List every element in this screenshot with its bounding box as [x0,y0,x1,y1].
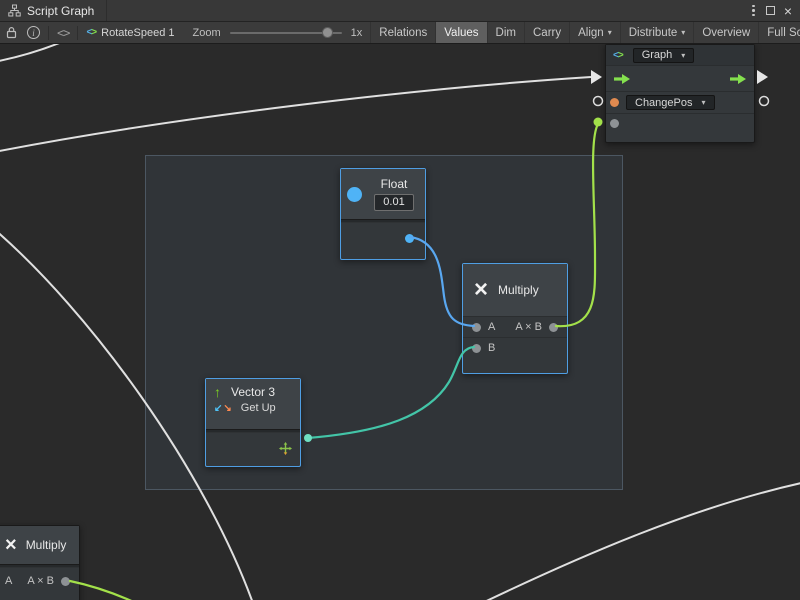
multiply-icon: × [5,535,17,555]
zoom-slider-handle[interactable] [322,27,333,38]
graph-dropdown-label: Graph [642,49,673,61]
multiply2-output-label: A × B [27,575,54,587]
value-port-row [606,113,754,133]
multiply-node[interactable]: × Multiply A A × B B [462,263,568,374]
toolbar-buttons: Relations Values Dim Carry Align▾ Distri… [370,22,800,43]
zoom-slider[interactable] [230,32,342,34]
align-button[interactable]: Align▾ [569,22,620,43]
event-dropdown-label: ChangePos [635,97,693,109]
multiply-node-title: Multiply [498,283,539,297]
overview-button[interactable]: Overview [693,22,758,43]
toolbar-separator [77,26,78,40]
arrow-sw-icon: ↙ [214,403,222,414]
multiply2-input-a-label: A [5,575,12,587]
float-node[interactable]: Float 0.01 [340,168,426,260]
edge-white-bottomright [476,482,800,600]
visual-script-icon: <> [613,50,623,61]
float-node-body [341,223,425,257]
vector3-move-icon [279,442,292,455]
vector-node-title: Vector 3 [231,385,275,399]
graph-dropdown[interactable]: Graph ▾ [633,48,695,63]
graph-breadcrumb[interactable]: <> RotateSpeed 1 [86,27,174,39]
vector3-getup-node[interactable]: ↑ Vector 3 ↙ ↘ Get Up [205,378,301,467]
chevron-down-icon: ▾ [681,28,685,37]
info-icon[interactable]: i [27,26,40,39]
graph-node-header: <> Graph ▾ [606,45,754,65]
multiply-input-b-port[interactable] [472,344,481,353]
up-arrow-icon: ↑ [214,385,221,399]
multiply-input-b-label: B [488,342,495,354]
multiply-node-header: × Multiply [463,264,567,316]
port-open-left[interactable] [594,97,603,106]
script-graph-window: Script Graph × i <> <> RotateSpeed 1 Zoo… [0,0,800,600]
float-value-input[interactable]: 0.01 [374,194,414,211]
flow-arrow-in-icon[interactable] [591,70,602,84]
close-icon[interactable]: × [784,4,792,18]
chevron-down-icon: ▾ [681,51,685,60]
fullscreen-button[interactable]: Full Screen [758,22,800,43]
values-button[interactable]: Values [435,22,486,43]
carry-button[interactable]: Carry [524,22,569,43]
relations-button[interactable]: Relations [370,22,435,43]
toolbar-separator [48,26,49,40]
script-graph-icon [8,4,21,17]
event-port[interactable] [610,98,619,107]
float-node-title: Float [381,177,408,191]
multiply2-row-a: A A × B [0,568,79,594]
arrow-se-icon: ↘ [223,403,231,414]
visual-script-icon: <> [86,27,96,38]
graph-canvas[interactable]: <> Graph ▾ ChangePos ▾ [0,44,800,600]
lock-icon-glyph [6,26,17,39]
tab-title: Script Graph [27,4,94,18]
multiply-node-2[interactable]: × Multiply A A × B [0,525,80,600]
multiply2-output-port[interactable] [61,577,70,586]
event-row: ChangePos ▾ [606,91,754,113]
maximize-icon[interactable] [766,6,775,15]
edge-white-flow-in [0,77,591,152]
flow-ports-row [606,65,754,91]
graph-breadcrumb-label: RotateSpeed 1 [101,27,174,39]
multiply-row-a: A A × B [463,316,567,337]
flow-out-icon[interactable] [729,73,747,85]
multiply-input-a-port[interactable] [472,323,481,332]
window-menu-icon[interactable] [750,3,757,19]
float-output-port[interactable] [405,234,414,243]
vector-node-subtitle: Get Up [241,402,276,414]
flow-arrow-out-icon[interactable] [757,70,768,84]
zoom-value: 1x [351,27,363,39]
multiply-output-port[interactable] [549,323,558,332]
dim-button[interactable]: Dim [487,22,524,43]
event-dropdown[interactable]: ChangePos ▾ [626,95,715,110]
distribute-button[interactable]: Distribute▾ [620,22,694,43]
info-letter: i [32,28,35,38]
multiply-input-a-label: A [488,321,495,333]
multiply-row-b: B [463,337,567,358]
value-port[interactable] [610,119,619,128]
tab-script-graph[interactable]: Script Graph [0,0,107,21]
changepos-event-node[interactable]: <> Graph ▾ ChangePos ▾ [605,44,755,143]
float-node-header: Float 0.01 [341,169,425,219]
window-controls: × [750,3,800,19]
code-view-icon[interactable]: <> [57,26,69,40]
edge-white-topleft [0,44,124,62]
chevron-down-icon: ▾ [702,98,706,107]
multiply2-title: Multiply [26,538,67,552]
zoom-label: Zoom [193,27,221,39]
lock-icon[interactable] [6,26,17,39]
titlebar: Script Graph × [0,0,800,22]
graph-toolbar: i <> <> RotateSpeed 1 Zoom 1x Relations … [0,22,800,44]
flow-in-icon[interactable] [613,73,631,85]
vector-node-body [206,433,300,464]
multiply-output-label: A × B [515,321,542,333]
multiply-icon: × [474,278,488,302]
float-type-icon [347,187,362,202]
port-open-right[interactable] [760,97,769,106]
vector-node-header: ↑ Vector 3 ↙ ↘ Get Up [206,379,300,429]
multiply2-header: × Multiply [0,526,79,564]
chevron-down-icon: ▾ [608,28,612,37]
port-connected-green[interactable] [594,118,603,127]
